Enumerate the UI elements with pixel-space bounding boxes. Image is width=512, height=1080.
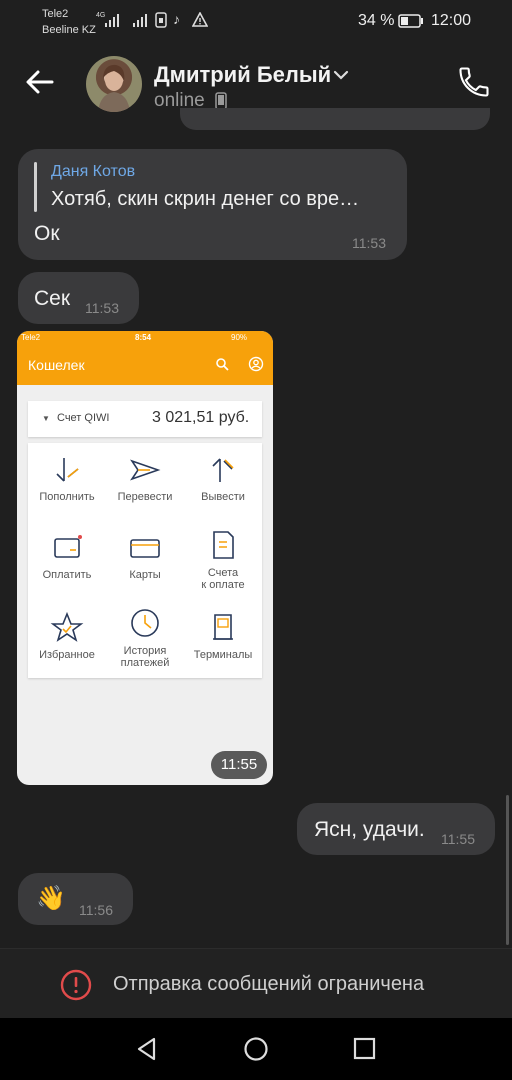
message-time: 11:56: [79, 902, 113, 918]
action-label-line1: История: [123, 645, 167, 657]
qiwi-title: Кошелек: [28, 357, 85, 373]
message-time: 11:53: [352, 235, 386, 251]
scrollbar[interactable]: [506, 795, 509, 945]
sim-icon: [155, 12, 167, 28]
previous-message-bubble: [180, 108, 490, 130]
tiktok-icon: ♪: [173, 11, 180, 27]
nav-recents-icon[interactable]: [352, 1036, 378, 1062]
dropdown-caret-icon: ▼: [42, 414, 50, 423]
image-clock: 8:54: [135, 333, 152, 342]
action-label: Избранное: [39, 649, 95, 661]
phone-call-icon[interactable]: [456, 64, 492, 100]
action-label: Карты: [129, 569, 161, 581]
battery-percent: 34 %: [358, 12, 395, 29]
image-carrier: Tele2: [21, 333, 41, 342]
arrow-down-icon: [56, 458, 79, 482]
chevron-down-icon[interactable]: [332, 66, 350, 84]
wallet-icon: [54, 535, 82, 558]
action-terminals: Терминалы: [184, 611, 262, 661]
status-bar: Tele2 Beeline KZ 4G ♪ 34 % 12:00: [0, 0, 512, 44]
action-withdraw: Вывести: [184, 455, 262, 503]
action-label-line2: к оплате: [201, 579, 245, 591]
nav-back-icon[interactable]: [134, 1036, 160, 1062]
message-text: Ок: [34, 222, 60, 245]
reply-quote-bar: [34, 162, 37, 212]
back-arrow-icon[interactable]: [24, 66, 56, 98]
action-history: История платежей: [106, 607, 184, 669]
carrier-2: Beeline KZ: [42, 24, 96, 36]
account-label: Счет QIWI: [57, 412, 110, 424]
waving-hand-emoji: 👋: [36, 885, 66, 912]
action-label-line1: Счета: [207, 567, 239, 579]
message-time: 11:55: [441, 831, 475, 847]
invoice-icon: [213, 531, 234, 559]
image-battery: 90%: [231, 333, 248, 342]
message-time: 11:53: [85, 300, 119, 316]
signal-icon: [105, 14, 119, 27]
terminal-icon: [213, 614, 233, 640]
avatar[interactable]: [86, 56, 142, 112]
action-pay: Оплатить: [28, 533, 106, 581]
contact-name[interactable]: Дмитрий Белый: [154, 62, 331, 88]
action-label: Перевести: [117, 491, 173, 503]
battery-icon: [398, 14, 423, 28]
star-icon: [50, 611, 84, 642]
action-label: Терминалы: [193, 649, 253, 661]
nav-home-icon[interactable]: [243, 1036, 269, 1062]
restriction-text: Отправка сообщений ограничена: [113, 973, 425, 995]
image-time-badge: 11:55: [211, 751, 267, 779]
send-icon: [130, 459, 161, 481]
profile-icon: [248, 356, 264, 372]
system-nav-bar: [0, 1018, 512, 1080]
message-text: Ясн, удачи.: [314, 818, 425, 841]
reply-text: Хотяб, скин скрин денег со вре…: [51, 188, 360, 210]
account-balance: 3 021,51 руб.: [152, 409, 250, 426]
action-invoices: Счета к оплате: [184, 529, 262, 591]
action-label: Оплатить: [42, 569, 92, 581]
image-attachment[interactable]: Tele2 8:54 90% Кошелек ▼ Счет QIWI 3 021…: [17, 331, 273, 785]
action-label: Пополнить: [39, 491, 95, 503]
clock-icon: [131, 609, 159, 637]
qiwi-actions-grid: Пополнить Перевести Вывести Оплатить Кар…: [28, 443, 262, 678]
message-text: Сек: [34, 287, 71, 310]
card-icon: [130, 539, 160, 558]
signal-2-icon: [133, 14, 147, 27]
action-transfer: Перевести: [106, 455, 184, 503]
arrow-up-icon: [212, 458, 234, 482]
clock: 12:00: [431, 12, 472, 29]
image-status-bar: Tele2 8:54 90%: [17, 331, 273, 345]
carrier-1: Tele2: [42, 8, 69, 20]
search-icon: [216, 358, 229, 371]
warning-icon: [192, 12, 208, 27]
messaging-restricted-bar: Отправка сообщений ограничена: [0, 948, 512, 1019]
qiwi-toolbar: Кошелек: [17, 345, 273, 385]
qiwi-account-row: ▼ Счет QIWI 3 021,51 руб.: [28, 401, 262, 437]
alert-circle-icon: [60, 969, 92, 1001]
reply-author: Даня Котов: [51, 163, 136, 180]
action-label-line2: платежей: [120, 657, 170, 669]
action-favorites: Избранное: [28, 611, 106, 661]
action-label: Вывести: [201, 491, 245, 503]
action-cards: Карты: [106, 533, 184, 581]
action-topup: Пополнить: [28, 455, 106, 503]
